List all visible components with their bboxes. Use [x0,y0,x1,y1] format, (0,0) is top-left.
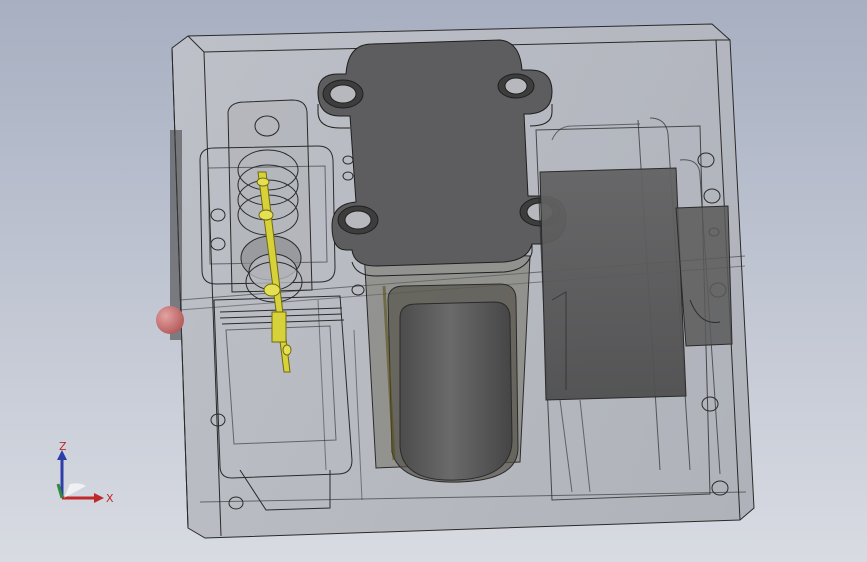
triad-plane [64,483,86,498]
z-axis-label: Z [59,440,67,453]
coordinate-triad: Z X [56,440,114,505]
center-cylinder[interactable] [363,249,531,483]
x-axis-label: X [106,492,114,505]
graphics-viewport[interactable]: Z X [0,0,867,562]
x-axis-arrow-icon [94,493,104,503]
assembly-model[interactable] [0,0,867,562]
origin-marker[interactable] [156,306,184,334]
